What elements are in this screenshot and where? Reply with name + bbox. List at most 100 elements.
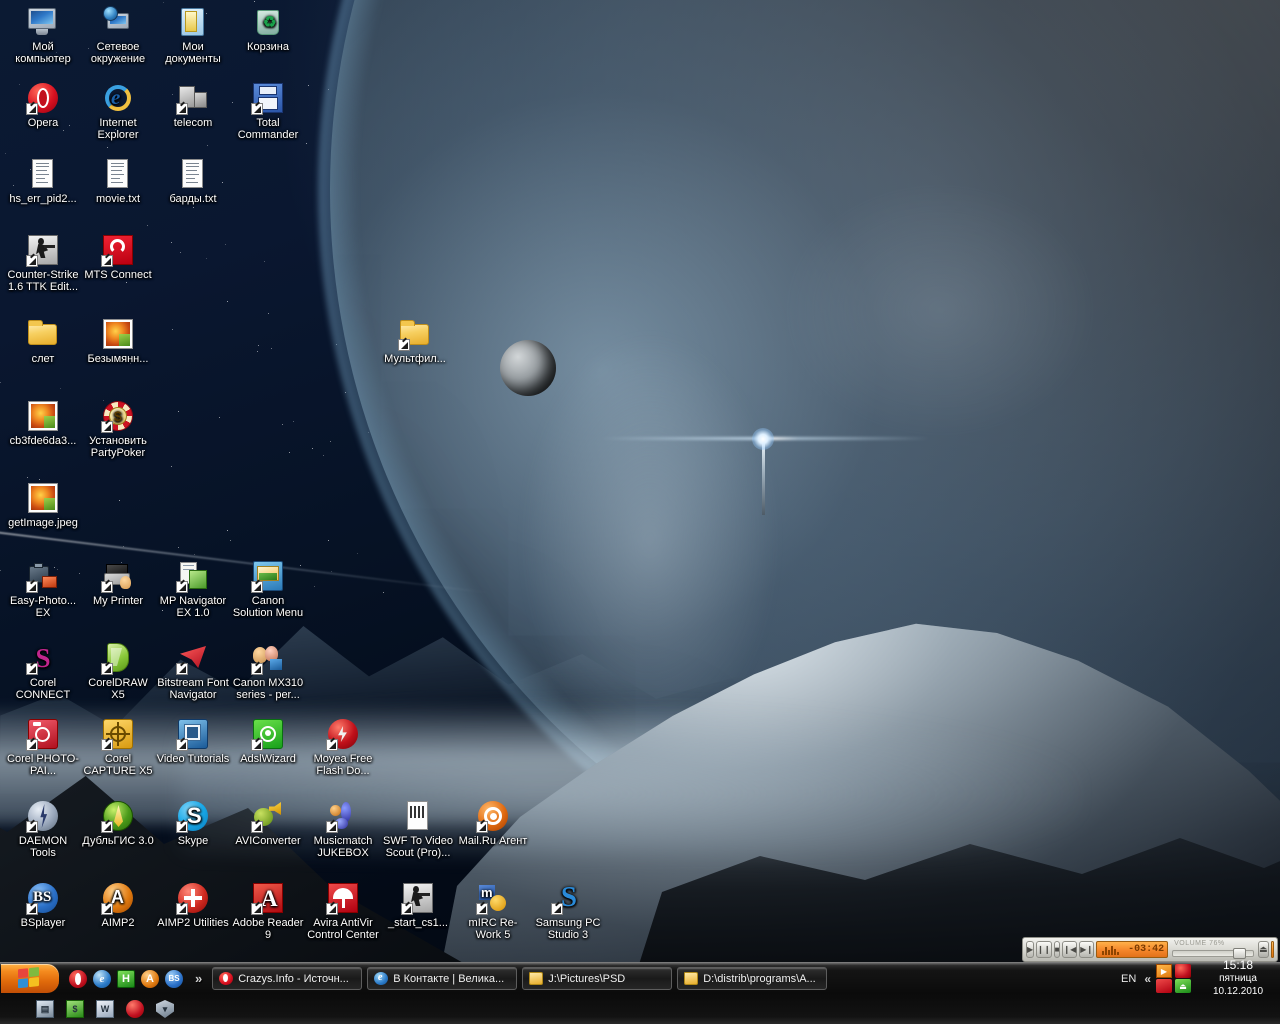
shortcut-overlay-icon [26, 581, 38, 593]
desktop-icon-skype[interactable]: SSkype [156, 800, 230, 847]
desktop-icon-my-documents[interactable]: Мои документы [156, 6, 230, 65]
desktop-icon-label: Canon MX310 series - per... [231, 677, 305, 701]
toolbar2-word-icon[interactable]: W [96, 1000, 114, 1018]
desktop-icon-opera[interactable]: Opera [6, 82, 80, 129]
desktop-icon-daemon-tools[interactable]: DAEMON Tools [6, 800, 80, 859]
desktop-icon-label: getImage.jpeg [6, 517, 80, 529]
swf-to-video-icon [402, 800, 434, 832]
desktop-icon-corel-capture[interactable]: Corel CAPTURE X5 [81, 718, 155, 777]
desktop-icon-label: Canon Solution Menu [231, 595, 305, 619]
start-button[interactable] [1, 964, 59, 993]
desktop-icon-network-places[interactable]: Сетевое окружение [81, 6, 155, 65]
desktop-icon-image-file[interactable]: getImage.jpeg [6, 482, 80, 529]
desktop-icon-easy-photo[interactable]: Easy-Photo... EX [6, 560, 80, 619]
desktop-icon-partypoker[interactable]: $Установить PartyPoker [81, 400, 155, 459]
previous-track-button[interactable]: ❙◀ [1062, 941, 1077, 958]
taskbar-window-button[interactable]: D:\distrib\programs\A... [677, 967, 827, 990]
taskbar-window-button[interactable]: eВ Контакте | Велика... [367, 967, 517, 990]
quick-launch-overflow-chevron-icon[interactable]: » [189, 971, 208, 986]
language-indicator[interactable]: EN [1118, 973, 1139, 985]
desktop-icon-canon-mx310[interactable]: Canon MX310 series - per... [231, 642, 305, 701]
desktop-icon-adobe-reader[interactable]: A Adobe Reader 9 [231, 882, 305, 941]
desktop-icon-telecom[interactable]: telecom [156, 82, 230, 129]
system-tray: EN « ▶⏏ 15:18 пятница 10.12.2010 [1118, 959, 1280, 998]
desktop-icon-total-commander[interactable]: Total Commander [231, 82, 305, 141]
taskbar-window-label: Crazys.Info - Источн... [238, 973, 349, 985]
shortcut-overlay-icon [326, 821, 338, 833]
desktop-icon-dublgis[interactable]: ДубльГИС 3.0 [81, 800, 155, 847]
desktop-icon-label: Avira AntiVir Control Center [306, 917, 380, 941]
desktop-icon-label: Easy-Photo... EX [6, 595, 80, 619]
taskbar-clock[interactable]: 15:18 пятница 10.12.2010 [1196, 959, 1276, 998]
desktop-icon-aimp2-utilities[interactable]: AIMP2 Utilities [156, 882, 230, 929]
shortcut-overlay-icon [101, 739, 113, 751]
desktop-icon-text-file[interactable]: барды.txt [156, 158, 230, 205]
desktop-icon-moyea-flash[interactable]: Moyea Free Flash Do... [306, 718, 380, 777]
desktop-icon-mirc[interactable]: mmIRC Re-Work 5 [456, 882, 530, 941]
desktop-icon-label: Мой компьютер [6, 41, 80, 65]
desktop-icon-folder[interactable]: Мультфил... [378, 318, 452, 365]
volume-slider[interactable]: VOLUME 76% [1170, 940, 1256, 959]
close-media-bar-button[interactable] [1271, 941, 1274, 958]
desktop-icon-aviconverter[interactable]: AVIConverter [231, 800, 305, 847]
internet-explorer-icon: e [102, 82, 134, 114]
desktop-icon-mts-connect[interactable]: MTS Connect [81, 234, 155, 281]
desktop-icon-corel-photopaint[interactable]: Corel PHOTO-PAI... [6, 718, 80, 777]
toolbar2-red-icon[interactable] [126, 1000, 144, 1018]
next-track-button[interactable]: ▶❙ [1079, 941, 1094, 958]
tray-opera-icon[interactable] [1175, 964, 1191, 978]
desktop-icon-counter-strike[interactable]: _start_cs1... [381, 882, 455, 929]
tray-media-player-icon[interactable]: ▶ [1156, 964, 1172, 978]
desktop-icon-label: Adobe Reader 9 [231, 917, 305, 941]
taskbar-window-button[interactable]: J:\Pictures\PSD [522, 967, 672, 990]
desktop-icon-adsl-wizard[interactable]: AdslWizard [231, 718, 305, 765]
desktop-icon-corel-connect[interactable]: SCorel CONNECT [6, 642, 80, 701]
desktop-icon-my-printer[interactable]: My Printer [81, 560, 155, 607]
desktop-icon-label: Мои документы [156, 41, 230, 65]
aimp2-icon: A [102, 882, 134, 914]
quicklaunch-aimp2[interactable]: A [141, 970, 159, 988]
desktop-icon-folder[interactable]: слет [6, 318, 80, 365]
desktop-icon-label: CorelDRAW X5 [81, 677, 155, 701]
desktop-icon-coreldraw[interactable]: CorelDRAW X5 [81, 642, 155, 701]
desktop-icon-text-file[interactable]: movie.txt [81, 158, 155, 205]
pause-button[interactable]: ❙❙ [1036, 941, 1051, 958]
desktop-icon-musicmatch[interactable]: Musicmatch JUKEBOX [306, 800, 380, 859]
desktop-icon-counter-strike[interactable]: Counter-Strike 1.6 TTK Edit... [6, 234, 80, 293]
desktop-icon-avira[interactable]: Avira AntiVir Control Center [306, 882, 380, 941]
desktop-icon-canon-solution[interactable]: Canon Solution Menu [231, 560, 305, 619]
play-button[interactable]: ▶ [1026, 941, 1034, 958]
desktop-icon-video-tutorials[interactable]: Video Tutorials [156, 718, 230, 765]
tray-safely-remove-icon[interactable]: ⏏ [1175, 979, 1191, 993]
taskbar-window-button[interactable]: Crazys.Info - Источн... [212, 967, 362, 990]
quicklaunch-hamster[interactable]: H [117, 970, 135, 988]
total-commander-icon [252, 82, 284, 114]
shortcut-overlay-icon [176, 739, 188, 751]
desktop-icon-recycle-bin[interactable]: ♻Корзина [231, 6, 305, 53]
desktop-icon-bitstream-font[interactable]: Bitstream Font Navigator [156, 642, 230, 701]
desktop-icon-image-file[interactable]: Безымянн... [81, 318, 155, 365]
toolbar2-floppy-icon[interactable]: ▤ [36, 1000, 54, 1018]
tray-expand-chevron-icon[interactable]: « [1142, 972, 1153, 986]
stop-button[interactable]: ■ [1054, 941, 1061, 958]
desktop-icon-swf-to-video[interactable]: SWF To Video Scout (Pro)... [381, 800, 455, 859]
tray-avira-icon[interactable] [1156, 979, 1172, 993]
desktop-icon-image-file[interactable]: cb3fde6da3... [6, 400, 80, 447]
desktop-icon-mp-navigator[interactable]: MP Navigator EX 1.0 [156, 560, 230, 619]
quicklaunch-bsplayer[interactable]: BS [165, 970, 183, 988]
coreldraw-icon [102, 642, 134, 674]
desktop-icon-internet-explorer[interactable]: eInternet Explorer [81, 82, 155, 141]
quicklaunch-internet-explorer[interactable]: e [93, 970, 111, 988]
desktop-icon-bsplayer[interactable]: BSBSplayer [6, 882, 80, 929]
quicklaunch-opera[interactable] [69, 970, 87, 988]
toolbar2-money-icon[interactable]: $ [66, 1000, 84, 1018]
desktop-icon-my-computer[interactable]: Мой компьютер [6, 6, 80, 65]
desktop-icon-samsung-pc-studio[interactable]: SSamsung PC Studio 3 [531, 882, 605, 941]
adobe-reader-icon: A [252, 882, 284, 914]
eject-button[interactable]: ⏏ [1258, 941, 1269, 958]
desktop-icon-text-file[interactable]: hs_err_pid2... [6, 158, 80, 205]
desktop-icon-aimp2[interactable]: AAIMP2 [81, 882, 155, 929]
desktop-icon-label: DAEMON Tools [6, 835, 80, 859]
desktop-icon-mailru-agent[interactable]: Mail.Ru Агент [456, 800, 530, 847]
toolbar2-shield-icon[interactable]: ▾ [156, 1000, 174, 1018]
